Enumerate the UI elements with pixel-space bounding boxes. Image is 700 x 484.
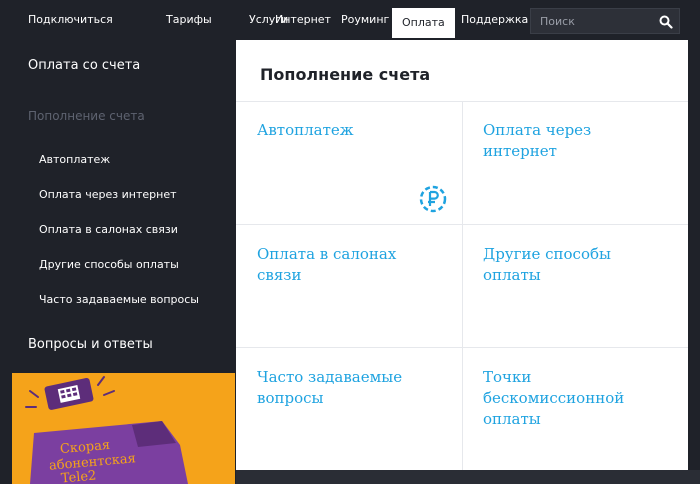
tile-faq[interactable]: Часто задаваемые вопросы [236, 347, 462, 470]
tile-autopay[interactable]: Автоплатеж [236, 102, 462, 224]
right-gutter [688, 40, 700, 470]
promo-banner[interactable]: Скорая абонентская Tele2 [12, 373, 235, 484]
sidebar-item-top-up[interactable]: Пополнение счета [28, 109, 145, 123]
tile-label: Часто задаваемые вопросы [257, 368, 403, 407]
tile-label: Другие способы оплаты [483, 245, 611, 284]
tile-label: Оплата в салонах связи [257, 245, 397, 284]
sidebar-item-other-methods[interactable]: Другие способы оплаты [39, 258, 179, 271]
nav-support[interactable]: Поддержка [461, 0, 528, 40]
tile-internet-payment[interactable]: Оплата через интернет [462, 102, 688, 224]
tile-other-methods[interactable]: Другие способы оплаты [462, 224, 688, 347]
nav-internet[interactable]: Интернет [275, 0, 331, 40]
promo-line-3: Tele2 [60, 468, 98, 484]
top-navigation: Подключиться Тарифы Услуги Интернет Роум… [0, 0, 700, 40]
search-box [530, 8, 680, 34]
ruble-autopay-icon [418, 184, 448, 214]
tile-label: Автоплатеж [257, 121, 354, 139]
search-icon[interactable] [659, 14, 673, 29]
tile-label: Оплата через интернет [483, 121, 592, 160]
page-title: Пополнение счета [260, 65, 431, 84]
nav-tariffs[interactable]: Тарифы [166, 0, 212, 40]
search-input[interactable] [531, 9, 655, 33]
tile-store-payment[interactable]: Оплата в салонах связи [236, 224, 462, 347]
tile-label: Точки бескомиссионной оплаты [483, 368, 625, 428]
sidebar-item-store-payment[interactable]: Оплата в салонах связи [39, 223, 178, 236]
footer-edge [236, 470, 700, 484]
nav-connect[interactable]: Подключиться [28, 0, 113, 40]
nav-roaming[interactable]: Роуминг [341, 0, 389, 40]
sidebar-item-autopay[interactable]: Автоплатеж [39, 153, 110, 166]
sidebar-item-account-payment[interactable]: Оплата со счета [28, 58, 140, 73]
sidebar-item-questions-answers[interactable]: Вопросы и ответы [28, 337, 153, 352]
sidebar-item-faq[interactable]: Часто задаваемые вопросы [39, 293, 199, 306]
sidebar-item-internet-payment[interactable]: Оплата через интернет [39, 188, 177, 201]
main-panel: Пополнение счета Автоплатеж Оплата через… [236, 40, 688, 470]
tile-commission-free-points[interactable]: Точки бескомиссионной оплаты [462, 347, 688, 470]
nav-payment[interactable]: Оплата [392, 8, 455, 38]
